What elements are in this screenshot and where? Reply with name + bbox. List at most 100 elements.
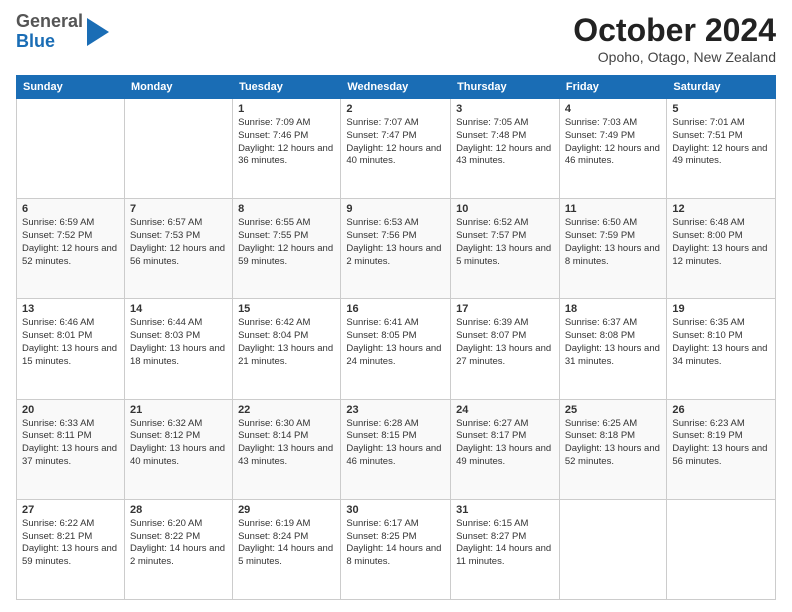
cell-content: Sunrise: 6:44 AM Sunset: 8:03 PM Dayligh… (130, 317, 227, 368)
daylight: Daylight: 13 hours and 31 minutes. (565, 343, 660, 367)
title-block: October 2024 Opoho, Otago, New Zealand (573, 12, 776, 65)
daylight: Daylight: 12 hours and 56 minutes. (130, 243, 225, 267)
day-header-monday: Monday (124, 76, 232, 99)
day-number: 27 (22, 504, 119, 516)
daylight: Daylight: 13 hours and 8 minutes. (565, 243, 660, 267)
cell-content: Sunrise: 7:09 AM Sunset: 7:46 PM Dayligh… (238, 117, 335, 168)
sunset: Sunset: 7:47 PM (346, 130, 416, 141)
calendar-cell: 29 Sunrise: 6:19 AM Sunset: 8:24 PM Dayl… (233, 499, 341, 599)
sunset: Sunset: 8:25 PM (346, 531, 416, 542)
daylight: Daylight: 14 hours and 11 minutes. (456, 543, 551, 567)
day-number: 26 (672, 404, 770, 416)
sunrise: Sunrise: 7:07 AM (346, 117, 418, 128)
calendar-cell: 28 Sunrise: 6:20 AM Sunset: 8:22 PM Dayl… (124, 499, 232, 599)
daylight: Daylight: 12 hours and 43 minutes. (456, 143, 551, 167)
calendar-cell (667, 499, 776, 599)
sunrise: Sunrise: 6:50 AM (565, 217, 637, 228)
calendar-cell: 31 Sunrise: 6:15 AM Sunset: 8:27 PM Dayl… (451, 499, 560, 599)
calendar-cell: 30 Sunrise: 6:17 AM Sunset: 8:25 PM Dayl… (341, 499, 451, 599)
calendar-cell: 16 Sunrise: 6:41 AM Sunset: 8:05 PM Dayl… (341, 299, 451, 399)
daylight: Daylight: 13 hours and 43 minutes. (238, 443, 333, 467)
calendar-cell: 6 Sunrise: 6:59 AM Sunset: 7:52 PM Dayli… (17, 199, 125, 299)
sunset: Sunset: 8:03 PM (130, 330, 200, 341)
cell-content: Sunrise: 7:01 AM Sunset: 7:51 PM Dayligh… (672, 117, 770, 168)
sunset: Sunset: 8:05 PM (346, 330, 416, 341)
sunset: Sunset: 7:53 PM (130, 230, 200, 241)
day-header-friday: Friday (559, 76, 667, 99)
page: General Blue October 2024 Opoho, Otago, … (0, 0, 792, 612)
daylight: Daylight: 13 hours and 15 minutes. (22, 343, 117, 367)
calendar-cell: 22 Sunrise: 6:30 AM Sunset: 8:14 PM Dayl… (233, 399, 341, 499)
day-number: 10 (456, 203, 554, 215)
day-number: 7 (130, 203, 227, 215)
daylight: Daylight: 13 hours and 56 minutes. (672, 443, 767, 467)
cell-content: Sunrise: 6:15 AM Sunset: 8:27 PM Dayligh… (456, 518, 554, 569)
daylight: Daylight: 13 hours and 27 minutes. (456, 343, 551, 367)
sunset: Sunset: 8:01 PM (22, 330, 92, 341)
sunrise: Sunrise: 6:52 AM (456, 217, 528, 228)
cell-content: Sunrise: 6:41 AM Sunset: 8:05 PM Dayligh… (346, 317, 445, 368)
month-title: October 2024 (573, 12, 776, 49)
daylight: Daylight: 12 hours and 46 minutes. (565, 143, 660, 167)
cell-content: Sunrise: 6:35 AM Sunset: 8:10 PM Dayligh… (672, 317, 770, 368)
calendar-cell: 10 Sunrise: 6:52 AM Sunset: 7:57 PM Dayl… (451, 199, 560, 299)
day-header-sunday: Sunday (17, 76, 125, 99)
day-number: 25 (565, 404, 662, 416)
daylight: Daylight: 14 hours and 5 minutes. (238, 543, 333, 567)
sunset: Sunset: 8:22 PM (130, 531, 200, 542)
calendar-cell: 13 Sunrise: 6:46 AM Sunset: 8:01 PM Dayl… (17, 299, 125, 399)
daylight: Daylight: 13 hours and 12 minutes. (672, 243, 767, 267)
day-number: 19 (672, 303, 770, 315)
day-number: 28 (130, 504, 227, 516)
cell-content: Sunrise: 6:53 AM Sunset: 7:56 PM Dayligh… (346, 217, 445, 268)
sunrise: Sunrise: 6:19 AM (238, 518, 310, 529)
sunset: Sunset: 7:57 PM (456, 230, 526, 241)
sunrise: Sunrise: 7:03 AM (565, 117, 637, 128)
sunrise: Sunrise: 6:28 AM (346, 418, 418, 429)
sunrise: Sunrise: 6:27 AM (456, 418, 528, 429)
day-header-thursday: Thursday (451, 76, 560, 99)
daylight: Daylight: 13 hours and 40 minutes. (130, 443, 225, 467)
calendar-cell: 12 Sunrise: 6:48 AM Sunset: 8:00 PM Dayl… (667, 199, 776, 299)
calendar-cell: 7 Sunrise: 6:57 AM Sunset: 7:53 PM Dayli… (124, 199, 232, 299)
sunset: Sunset: 7:59 PM (565, 230, 635, 241)
cell-content: Sunrise: 6:33 AM Sunset: 8:11 PM Dayligh… (22, 418, 119, 469)
day-number: 3 (456, 103, 554, 115)
cell-content: Sunrise: 6:27 AM Sunset: 8:17 PM Dayligh… (456, 418, 554, 469)
cell-content: Sunrise: 6:28 AM Sunset: 8:15 PM Dayligh… (346, 418, 445, 469)
daylight: Daylight: 12 hours and 52 minutes. (22, 243, 117, 267)
day-number: 17 (456, 303, 554, 315)
daylight: Daylight: 13 hours and 5 minutes. (456, 243, 551, 267)
calendar-cell: 11 Sunrise: 6:50 AM Sunset: 7:59 PM Dayl… (559, 199, 667, 299)
calendar-cell: 17 Sunrise: 6:39 AM Sunset: 8:07 PM Dayl… (451, 299, 560, 399)
day-number: 9 (346, 203, 445, 215)
calendar-cell: 20 Sunrise: 6:33 AM Sunset: 8:11 PM Dayl… (17, 399, 125, 499)
day-number: 21 (130, 404, 227, 416)
sunset: Sunset: 8:00 PM (672, 230, 742, 241)
cell-content: Sunrise: 7:07 AM Sunset: 7:47 PM Dayligh… (346, 117, 445, 168)
daylight: Daylight: 13 hours and 37 minutes. (22, 443, 117, 467)
cell-content: Sunrise: 6:22 AM Sunset: 8:21 PM Dayligh… (22, 518, 119, 569)
calendar-cell: 19 Sunrise: 6:35 AM Sunset: 8:10 PM Dayl… (667, 299, 776, 399)
sunset: Sunset: 8:17 PM (456, 430, 526, 441)
sunset: Sunset: 7:49 PM (565, 130, 635, 141)
sunrise: Sunrise: 6:41 AM (346, 317, 418, 328)
calendar-cell: 1 Sunrise: 7:09 AM Sunset: 7:46 PM Dayli… (233, 99, 341, 199)
sunrise: Sunrise: 6:23 AM (672, 418, 744, 429)
cell-content: Sunrise: 6:25 AM Sunset: 8:18 PM Dayligh… (565, 418, 662, 469)
sunrise: Sunrise: 6:33 AM (22, 418, 94, 429)
daylight: Daylight: 12 hours and 36 minutes. (238, 143, 333, 167)
day-number: 5 (672, 103, 770, 115)
sunrise: Sunrise: 6:48 AM (672, 217, 744, 228)
day-number: 6 (22, 203, 119, 215)
sunrise: Sunrise: 6:39 AM (456, 317, 528, 328)
sunrise: Sunrise: 6:32 AM (130, 418, 202, 429)
daylight: Daylight: 13 hours and 34 minutes. (672, 343, 767, 367)
week-row-1: 1 Sunrise: 7:09 AM Sunset: 7:46 PM Dayli… (17, 99, 776, 199)
sunset: Sunset: 8:08 PM (565, 330, 635, 341)
calendar-cell: 15 Sunrise: 6:42 AM Sunset: 8:04 PM Dayl… (233, 299, 341, 399)
week-row-5: 27 Sunrise: 6:22 AM Sunset: 8:21 PM Dayl… (17, 499, 776, 599)
sunset: Sunset: 8:10 PM (672, 330, 742, 341)
daylight: Daylight: 13 hours and 46 minutes. (346, 443, 441, 467)
sunset: Sunset: 8:12 PM (130, 430, 200, 441)
